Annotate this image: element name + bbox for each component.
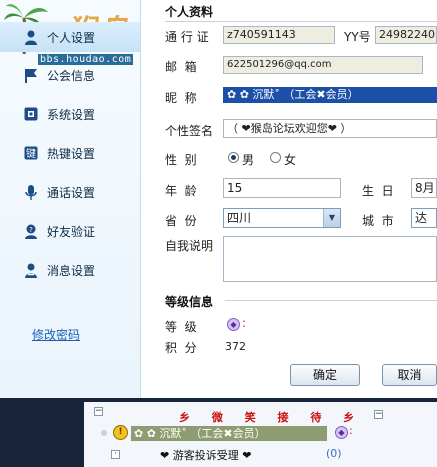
sidebar-item-hotkey-settings[interactable]: 键 热键设置 [0,138,140,168]
channel-complaint-item[interactable]: ❤ 游客投诉受理 ❤ [160,447,251,463]
yy-label: YY号 [344,30,371,44]
sidebar-item-label: 系统设置 [47,107,96,122]
sidebar-item-label: 通话设置 [47,185,96,200]
gender-label: 性 别 [165,153,197,167]
sidebar-item-personal-settings[interactable]: 个人设置 [0,22,140,52]
city-selected-value: 达州 [415,211,428,225]
collapse-toggle[interactable]: − [374,410,383,419]
intro-textarea[interactable] [223,236,437,282]
sidebar-item-guild-info[interactable]: 公会信息 [0,60,140,90]
city-label: 城 市 [362,214,394,228]
collapse-toggle[interactable]: − [94,407,103,416]
gender-female-label: 女 [284,153,297,167]
user-badge-icon: ! [113,425,128,440]
level-section-title: 等级信息 [165,295,214,309]
sidebar-item-friend-verify[interactable]: ? 好友验证 [0,216,140,246]
city-select[interactable]: 达州 [411,208,437,228]
nickname-label: 昵 称 [165,91,197,105]
member-level-icon: ◆ [335,426,348,439]
level-badge-icon: ◆ [227,318,240,331]
nickname-input[interactable]: ✿ ✿ 沉默˚ （工会✖会员） [223,87,437,103]
svg-text:键: 键 [26,147,36,160]
level-badge-accent: : [242,316,247,330]
sidebar-item-label: 个人设置 [47,30,96,45]
birthday-month-select[interactable]: 8月 [411,178,437,198]
passport-field: z740591143 [223,26,335,44]
cancel-button[interactable]: 取消 [382,364,437,386]
change-password-link[interactable]: 修改密码 [32,326,80,343]
settings-icon [23,106,39,122]
yy-number-field: 24982240 [375,26,437,44]
sidebar-item-label: 公会信息 [47,68,96,83]
sidebar-item-message-settings[interactable]: 消息设置 [0,255,140,285]
settings-sidebar: 猴岛 bbs.houdao.com 个人设置 公会信息 系统设置 键 热键设置 … [0,0,141,398]
confirm-button[interactable]: 确定 [290,364,360,386]
signature-label: 个性签名 [165,124,214,138]
sidebar-item-call-settings[interactable]: 通话设置 [0,177,140,207]
personal-settings-panel: 个人资料 通 行 证 z740591143 YY号 24982240 邮 箱 6… [141,0,437,398]
intro-label: 自我说明 [165,239,214,253]
points-label: 积 分 [165,341,197,355]
sidebar-item-system-settings[interactable]: 系统设置 [0,99,140,129]
member-level-accent: : [349,424,353,437]
sidebar-item-label: 消息设置 [47,263,96,278]
svg-text:?: ? [29,226,33,234]
province-select[interactable]: 四川 ▼ [223,208,341,228]
channel-user-count: (0) [326,447,342,460]
signature-input[interactable]: （ ❤猴岛论坛欢迎您❤ ） [223,119,437,138]
email-field: 622501296@qq.com [223,56,423,74]
gender-female-radio[interactable] [270,152,281,163]
passport-label: 通 行 证 [165,30,209,44]
sidebar-item-label: 热键设置 [47,146,96,161]
expand-toggle[interactable]: · [111,450,120,459]
channel-dot-icon [101,430,107,436]
gender-male-label: 男 [242,153,255,167]
message-user-icon [23,262,39,278]
channel-greeting: 乡 微 笑 接 待 乡 [179,411,364,424]
microphone-icon [23,184,39,200]
section-divider [225,300,437,301]
birthday-label: 生 日 [362,184,394,198]
province-selected-value: 四川 [227,211,252,225]
grade-label: 等 级 [165,320,197,334]
section-divider [165,21,437,22]
gender-male-radio[interactable] [228,152,239,163]
email-label: 邮 箱 [165,60,197,74]
profile-section-title: 个人资料 [165,5,214,19]
verify-icon: ? [23,223,39,239]
age-input[interactable]: 15 [223,178,341,198]
chevron-down-icon[interactable]: ▼ [323,209,340,227]
flag-icon [23,67,39,83]
sidebar-item-label: 好友验证 [47,224,96,239]
points-value: 372 [225,340,246,353]
person-icon [23,29,39,45]
age-label: 年 龄 [165,184,197,198]
province-label: 省 份 [165,214,197,228]
channel-member-row[interactable]: ✿ ✿ 沉默˚ （工会✖会员） [131,426,327,441]
hotkey-icon: 键 [23,145,39,161]
